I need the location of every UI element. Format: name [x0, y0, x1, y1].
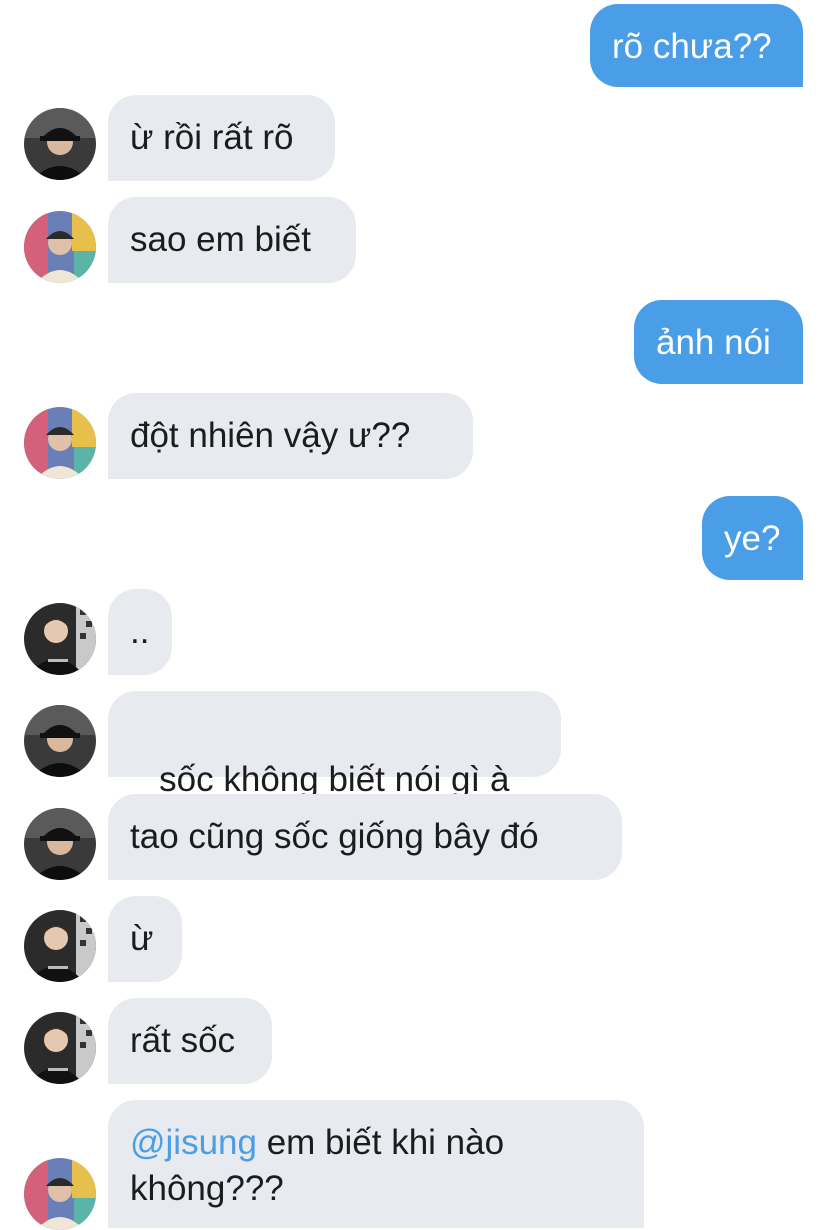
- message-text: rõ chưa??: [612, 27, 772, 66]
- avatar[interactable]: [24, 808, 96, 880]
- message-bubble-outgoing[interactable]: ảnh nói: [634, 300, 803, 384]
- message-text: ảnh nói: [656, 323, 771, 362]
- avatar[interactable]: [24, 108, 96, 180]
- message-bubble-incoming[interactable]: đột nhiên vậy ư??: [108, 393, 473, 479]
- avatar-hat-person-icon: [24, 108, 96, 180]
- avatar-hoodie-person-icon: [24, 603, 96, 675]
- message-bubble-incoming[interactable]: ..: [108, 589, 172, 675]
- avatar[interactable]: [24, 211, 96, 283]
- mention-link[interactable]: @jisung: [130, 1123, 257, 1162]
- avatar-hoodie-person-icon: [24, 1012, 96, 1084]
- message-bubble-incoming[interactable]: rất sốc: [108, 998, 272, 1084]
- message-bubble-outgoing[interactable]: ye?: [702, 496, 803, 580]
- message-bubble-incoming[interactable]: ừ rồi rất rõ: [108, 95, 335, 181]
- avatar[interactable]: [24, 1158, 96, 1230]
- message-text: ..: [130, 612, 150, 651]
- message-bubble-incoming[interactable]: @jisung em biết khi nào không???: [108, 1100, 644, 1228]
- avatar-hat-person-icon: [24, 705, 96, 777]
- avatar[interactable]: [24, 1012, 96, 1084]
- message-bubble-incoming[interactable]: sốc không biết nói gì à: [108, 691, 561, 799]
- avatar-hoodie-person-icon: [24, 910, 96, 982]
- message-text: đột nhiên vậy ư??: [130, 416, 411, 455]
- message-text: ừ: [130, 919, 154, 958]
- message-bubble-incoming[interactable]: tao cũng sốc giống bây đó: [108, 794, 622, 880]
- avatar-colorful-person-icon: [24, 211, 96, 283]
- avatar[interactable]: [24, 603, 96, 675]
- message-text: ừ rồi rất rõ: [130, 118, 294, 157]
- message-text: ye?: [724, 519, 781, 558]
- message-text: tao cũng sốc giống bây đó: [130, 817, 539, 856]
- message-bubble-incoming[interactable]: ừ: [108, 896, 182, 982]
- avatar-colorful-person-icon: [24, 1158, 96, 1230]
- message-bubble-incoming[interactable]: sao em biết: [108, 197, 356, 283]
- avatar-colorful-person-icon: [24, 407, 96, 479]
- message-text: rất sốc: [130, 1021, 236, 1060]
- message-bubble-outgoing[interactable]: rõ chưa??: [590, 4, 803, 87]
- avatar[interactable]: [24, 705, 96, 777]
- avatar-hat-person-icon: [24, 808, 96, 880]
- avatar[interactable]: [24, 910, 96, 982]
- message-text: sao em biết: [130, 220, 311, 259]
- avatar[interactable]: [24, 407, 96, 479]
